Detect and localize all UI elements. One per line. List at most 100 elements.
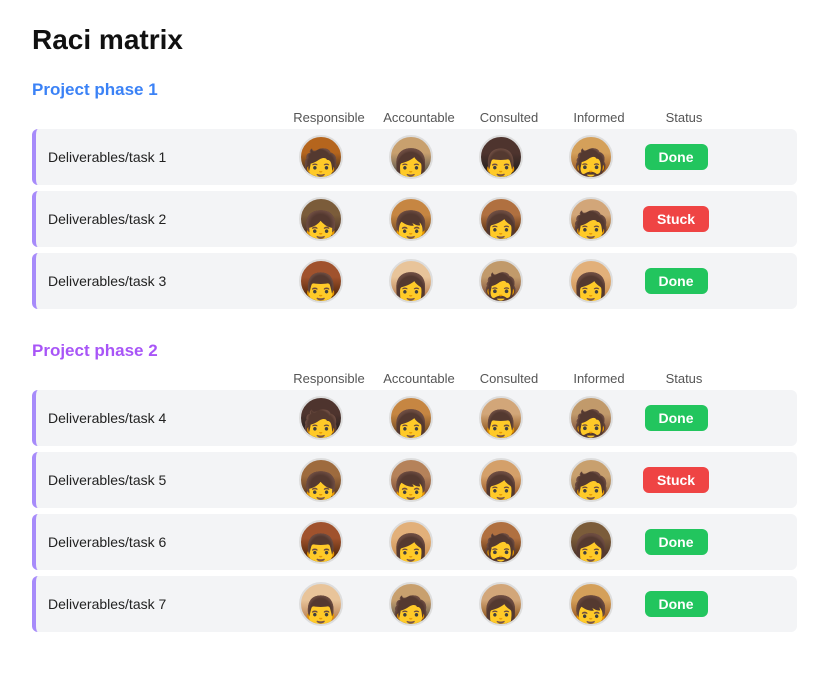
consulted-cell: 👩 [456,197,546,241]
consulted-cell: 👩 [456,458,546,502]
responsible-cell: 🧑 [276,396,366,440]
status-cell: Done [636,529,716,555]
avatar: 👧 [299,197,343,241]
avatar: 👩 [479,197,523,241]
accountable-cell: 👩 [366,135,456,179]
accountable-cell: 🧑 [366,582,456,626]
phase-section-2: Project phase 2 ResponsibleAccountableCon… [32,341,797,632]
responsible-cell: 👨 [276,259,366,303]
informed-cell: 🧑 [546,458,636,502]
avatar: 👩 [389,396,433,440]
avatar: 🧑 [389,582,433,626]
avatar: 👦 [389,458,433,502]
avatar: 👩 [569,520,613,564]
accountable-cell: 👩 [366,520,456,564]
avatar: 🧔 [569,135,613,179]
avatar: 👨 [479,396,523,440]
header-accountable: Accountable [374,110,464,125]
avatar: 🧔 [479,520,523,564]
table-row: Deliverables/task 3 👨 👩 🧔 👩 Done [32,253,797,309]
avatar: 👧 [299,458,343,502]
avatar: 🧔 [479,259,523,303]
phase-section-1: Project phase 1ResponsibleAccountableCon… [32,80,797,309]
task-label: Deliverables/task 1 [36,149,276,165]
header-responsible: Responsible [284,371,374,386]
table-row: Deliverables/task 4 🧑 👩 👨 🧔 Done [32,390,797,446]
responsible-cell: 👧 [276,458,366,502]
consulted-cell: 🧔 [456,520,546,564]
informed-cell: 🧔 [546,135,636,179]
responsible-cell: 👨 [276,520,366,564]
table-row: Deliverables/task 5 👧 👦 👩 🧑 Stuck [32,452,797,508]
avatar: 👩 [389,135,433,179]
header-status: Status [644,371,724,386]
informed-cell: 🧔 [546,396,636,440]
status-badge: Done [645,529,708,555]
avatar: 👩 [479,458,523,502]
responsible-cell: 👧 [276,197,366,241]
consulted-cell: 👩 [456,582,546,626]
status-badge: Done [645,405,708,431]
informed-cell: 🧑 [546,197,636,241]
table-row: Deliverables/task 6 👨 👩 🧔 👩 Done [32,514,797,570]
header-accountable: Accountable [374,371,464,386]
table-row: Deliverables/task 1 🧑 👩 👨 🧔 Done [32,129,797,185]
avatar: 👦 [389,197,433,241]
task-label: Deliverables/task 4 [36,410,276,426]
status-cell: Done [636,405,716,431]
status-cell: Stuck [636,467,716,493]
avatar: 🧑 [299,135,343,179]
table-header-row: ResponsibleAccountableConsultedInformedS… [32,110,797,129]
accountable-cell: 👩 [366,396,456,440]
accountable-cell: 👦 [366,197,456,241]
header-status: Status [644,110,724,125]
status-badge: Done [645,268,708,294]
avatar: 👨 [479,135,523,179]
header-responsible: Responsible [284,110,374,125]
task-label: Deliverables/task 6 [36,534,276,550]
table-row: Deliverables/task 2 👧 👦 👩 🧑 Stuck [32,191,797,247]
task-label: Deliverables/task 5 [36,472,276,488]
avatar: 👦 [569,582,613,626]
table-header-row: ResponsibleAccountableConsultedInformedS… [32,371,797,390]
avatar: 👨 [299,520,343,564]
avatar: 👩 [389,520,433,564]
table-row: Deliverables/task 7 👨 🧑 👩 👦 Done [32,576,797,632]
accountable-cell: 👦 [366,458,456,502]
phase-title-2: Project phase 2 [32,341,797,361]
consulted-cell: 👨 [456,396,546,440]
consulted-cell: 🧔 [456,259,546,303]
avatar: 👩 [569,259,613,303]
status-badge: Stuck [643,206,709,232]
responsible-cell: 🧑 [276,135,366,179]
avatar: 🧑 [569,197,613,241]
header-informed: Informed [554,371,644,386]
informed-cell: 👩 [546,259,636,303]
status-cell: Done [636,144,716,170]
status-cell: Done [636,268,716,294]
header-consulted: Consulted [464,371,554,386]
consulted-cell: 👨 [456,135,546,179]
avatar: 👨 [299,582,343,626]
task-label: Deliverables/task 2 [36,211,276,227]
task-label: Deliverables/task 7 [36,596,276,612]
accountable-cell: 👩 [366,259,456,303]
informed-cell: 👩 [546,520,636,564]
status-badge: Done [645,144,708,170]
status-badge: Stuck [643,467,709,493]
status-badge: Done [645,591,708,617]
status-cell: Done [636,591,716,617]
avatar: 👩 [479,582,523,626]
avatar: 🧑 [569,458,613,502]
avatar: 👨 [299,259,343,303]
header-consulted: Consulted [464,110,554,125]
page-title: Raci matrix [32,24,797,56]
status-cell: Stuck [636,206,716,232]
responsible-cell: 👨 [276,582,366,626]
avatar: 👩 [389,259,433,303]
header-informed: Informed [554,110,644,125]
avatar: 🧑 [299,396,343,440]
avatar: 🧔 [569,396,613,440]
task-label: Deliverables/task 3 [36,273,276,289]
informed-cell: 👦 [546,582,636,626]
